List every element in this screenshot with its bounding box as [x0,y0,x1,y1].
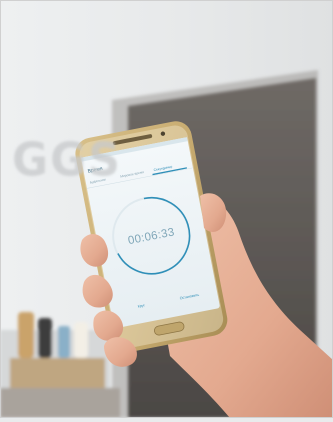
photo-scene: Время Будильник Мировое время Секундомер… [0,0,333,418]
bottle-white [74,322,88,358]
bottle-blue [58,326,70,358]
bottle-amber [18,312,34,358]
background-sign-letters: GGS [12,133,122,188]
wooden-table [10,358,105,388]
bottle-dark [38,318,52,358]
table-front [0,388,120,418]
scene-svg: Время Будильник Мировое время Секундомер… [0,0,333,418]
